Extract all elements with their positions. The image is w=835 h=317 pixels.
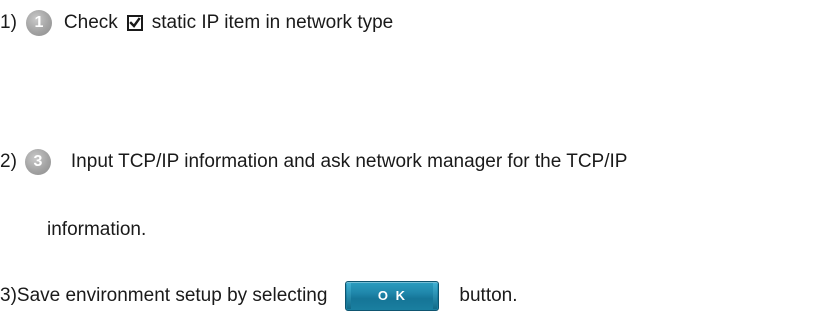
checked-checkbox-icon [126,15,143,31]
step-2-number-badge-icon: 3 [24,149,51,175]
step-1: 1) 1 Check static IP item in network typ… [0,8,393,38]
step-2-continuation: information. [47,219,147,240]
step-1-text-after: static IP item in network type [151,12,394,33]
step-1-number-badge-icon: 1 [25,10,52,36]
step-2-prefix: 2) [0,151,17,172]
step-3-prefix: 3) [0,285,17,306]
step-1-text-before: Check [63,12,118,33]
step-2-text: Input TCP/IP information and ask network… [70,151,628,172]
step-2: 2) 3 Input TCP/IP information and ask ne… [0,147,627,177]
step-3-text: Save environment setup by selecting [16,285,328,306]
ok-button[interactable]: O K [345,281,440,311]
step-2-continuation-line: information. [47,215,146,245]
step-3: 3) Save environment setup by selecting O… [0,281,518,311]
step-1-prefix: 1) [0,12,17,33]
step-3-text-after: button. [459,285,518,306]
